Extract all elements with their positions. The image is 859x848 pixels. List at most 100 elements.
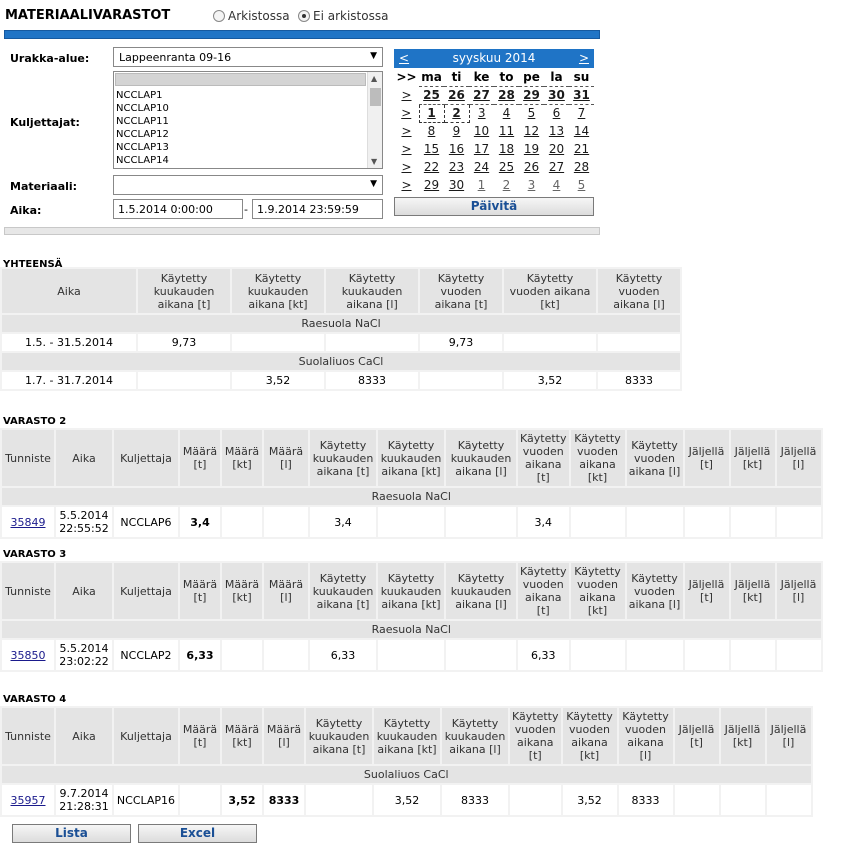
calendar-day-link[interactable]: 29 xyxy=(523,88,540,102)
list-button[interactable]: Lista xyxy=(12,824,131,843)
calendar-day-link[interactable]: 26 xyxy=(524,160,539,174)
calendar-day-link[interactable]: 16 xyxy=(449,142,464,156)
calendar-day-link[interactable]: 15 xyxy=(424,142,439,156)
calendar-day[interactable]: 14 xyxy=(569,122,594,140)
driver-option[interactable]: NCCLAP11 xyxy=(114,115,382,128)
calendar-day-link[interactable]: 27 xyxy=(549,160,564,174)
calendar-day-link[interactable]: 30 xyxy=(548,88,565,102)
drivers-listbox[interactable]: NCCLAP1 NCCLAP10 NCCLAP11 NCCLAP12 NCCLAP13 N… xyxy=(113,71,383,169)
calendar-day[interactable]: 18 xyxy=(494,140,519,158)
listbox-scrollbar[interactable]: ▲ ▼ xyxy=(367,72,382,168)
calendar-day[interactable]: 22 xyxy=(419,158,444,176)
storage-id-link[interactable]: 35850 xyxy=(11,649,46,662)
calendar-day[interactable]: 28 xyxy=(494,85,519,105)
calendar-day-link[interactable]: 4 xyxy=(503,106,511,120)
calendar-day[interactable]: 30 xyxy=(544,85,569,105)
calendar-day[interactable]: 1 xyxy=(469,176,494,194)
calendar-day[interactable]: 21 xyxy=(569,140,594,158)
calendar-day[interactable]: 25 xyxy=(419,85,444,105)
calendar-week-arrow[interactable]: > xyxy=(394,158,419,176)
material-select[interactable]: ▼ xyxy=(113,175,383,195)
calendar-day[interactable]: 20 xyxy=(544,140,569,158)
calendar-day[interactable]: 11 xyxy=(494,122,519,140)
calendar-week-arrow[interactable]: > xyxy=(394,104,419,122)
calendar-day-link[interactable]: 12 xyxy=(524,124,539,138)
calendar-day-link[interactable]: 9 xyxy=(453,124,461,138)
calendar-day-link[interactable]: 25 xyxy=(423,88,440,102)
calendar-day[interactable]: 28 xyxy=(569,158,594,176)
calendar-week-arrow[interactable]: > xyxy=(394,140,419,158)
calendar-day-link[interactable]: 2 xyxy=(503,178,511,192)
calendar-day[interactable]: 26 xyxy=(444,85,469,105)
calendar-day[interactable]: 12 xyxy=(519,122,544,140)
calendar-day[interactable]: 15 xyxy=(419,140,444,158)
calendar-day[interactable]: 4 xyxy=(494,104,519,122)
calendar-day[interactable]: 19 xyxy=(519,140,544,158)
calendar-week-link[interactable]: > xyxy=(401,88,411,102)
calendar-day-link[interactable]: 22 xyxy=(424,160,439,174)
calendar-next-link[interactable]: > xyxy=(579,49,589,68)
calendar-day[interactable]: 4 xyxy=(544,176,569,194)
excel-button[interactable]: Excel xyxy=(138,824,257,843)
calendar-week-arrow[interactable]: > xyxy=(394,122,419,140)
calendar-day-link[interactable]: 1 xyxy=(427,106,435,120)
driver-option[interactable]: NCCLAP10 xyxy=(114,102,382,115)
calendar-day-link[interactable]: 28 xyxy=(498,88,515,102)
calendar-day-link[interactable]: 19 xyxy=(524,142,539,156)
radio-archived[interactable]: Arkistossa xyxy=(213,9,290,23)
calendar-day-link[interactable]: 4 xyxy=(553,178,561,192)
calendar-week-link[interactable]: > xyxy=(401,124,411,138)
calendar-day-link[interactable]: 28 xyxy=(574,160,589,174)
radio-not-archived-circle[interactable] xyxy=(298,10,310,22)
calendar-day-link[interactable]: 25 xyxy=(499,160,514,174)
calendar-day-link[interactable]: 3 xyxy=(528,178,536,192)
calendar-day[interactable]: 25 xyxy=(494,158,519,176)
calendar-day-link[interactable]: 21 xyxy=(574,142,589,156)
calendar-week-arrow[interactable]: > xyxy=(394,86,419,104)
scroll-up-icon[interactable]: ▲ xyxy=(371,74,377,83)
calendar-day-link[interactable]: 11 xyxy=(499,124,514,138)
calendar-week-link[interactable]: > xyxy=(401,178,411,192)
calendar-day-link[interactable]: 5 xyxy=(578,178,586,192)
calendar-day-link[interactable]: 8 xyxy=(428,124,436,138)
calendar-day-link[interactable]: 6 xyxy=(553,106,561,120)
calendar-day[interactable]: 10 xyxy=(469,122,494,140)
calendar-day[interactable]: 29 xyxy=(519,85,544,105)
calendar-day[interactable]: 3 xyxy=(469,104,494,122)
calendar-day[interactable]: 26 xyxy=(519,158,544,176)
calendar-day[interactable]: 2 xyxy=(443,103,470,123)
calendar-day-link[interactable]: 17 xyxy=(474,142,489,156)
calendar-day-link[interactable]: 26 xyxy=(448,88,465,102)
calendar-day-link[interactable]: 3 xyxy=(478,106,486,120)
calendar-day-link[interactable]: 10 xyxy=(474,124,489,138)
calendar-day-link[interactable]: 29 xyxy=(424,178,439,192)
storage-id-link[interactable]: 35849 xyxy=(11,516,46,529)
calendar-day[interactable]: 8 xyxy=(419,122,444,140)
calendar-week-link[interactable]: > xyxy=(401,142,411,156)
calendar-day-link[interactable]: 7 xyxy=(578,106,586,120)
driver-option[interactable]: NCCLAP14 xyxy=(114,154,382,167)
calendar-week-select[interactable]: >> xyxy=(394,68,419,86)
calendar-day-link[interactable]: 27 xyxy=(473,88,490,102)
calendar-day[interactable]: 29 xyxy=(419,176,444,194)
calendar-day-link[interactable]: 30 xyxy=(449,178,464,192)
driver-option[interactable]: NCCLAP1 xyxy=(114,89,382,102)
storage-id-link[interactable]: 35957 xyxy=(11,794,46,807)
scroll-down-icon[interactable]: ▼ xyxy=(371,157,377,166)
calendar-day-link[interactable]: 2 xyxy=(452,106,460,120)
calendar-day-link[interactable]: 20 xyxy=(549,142,564,156)
area-select[interactable]: Lappeenranta 09-16 ▼ xyxy=(113,47,383,67)
calendar-day[interactable]: 16 xyxy=(444,140,469,158)
calendar-day[interactable]: 17 xyxy=(469,140,494,158)
calendar-day-link[interactable]: 31 xyxy=(573,88,590,102)
calendar-week-link[interactable]: > xyxy=(401,160,411,174)
driver-option[interactable]: NCCLAP12 xyxy=(114,128,382,141)
calendar-day[interactable]: 5 xyxy=(569,176,594,194)
calendar-day[interactable]: 7 xyxy=(569,104,594,122)
calendar-day[interactable]: 27 xyxy=(469,85,494,105)
radio-not-archived[interactable]: Ei arkistossa xyxy=(298,9,388,23)
radio-archived-circle[interactable] xyxy=(213,10,225,22)
calendar-day-link[interactable]: 13 xyxy=(549,124,564,138)
calendar-day[interactable]: 6 xyxy=(544,104,569,122)
calendar-week-link[interactable]: > xyxy=(401,106,411,120)
